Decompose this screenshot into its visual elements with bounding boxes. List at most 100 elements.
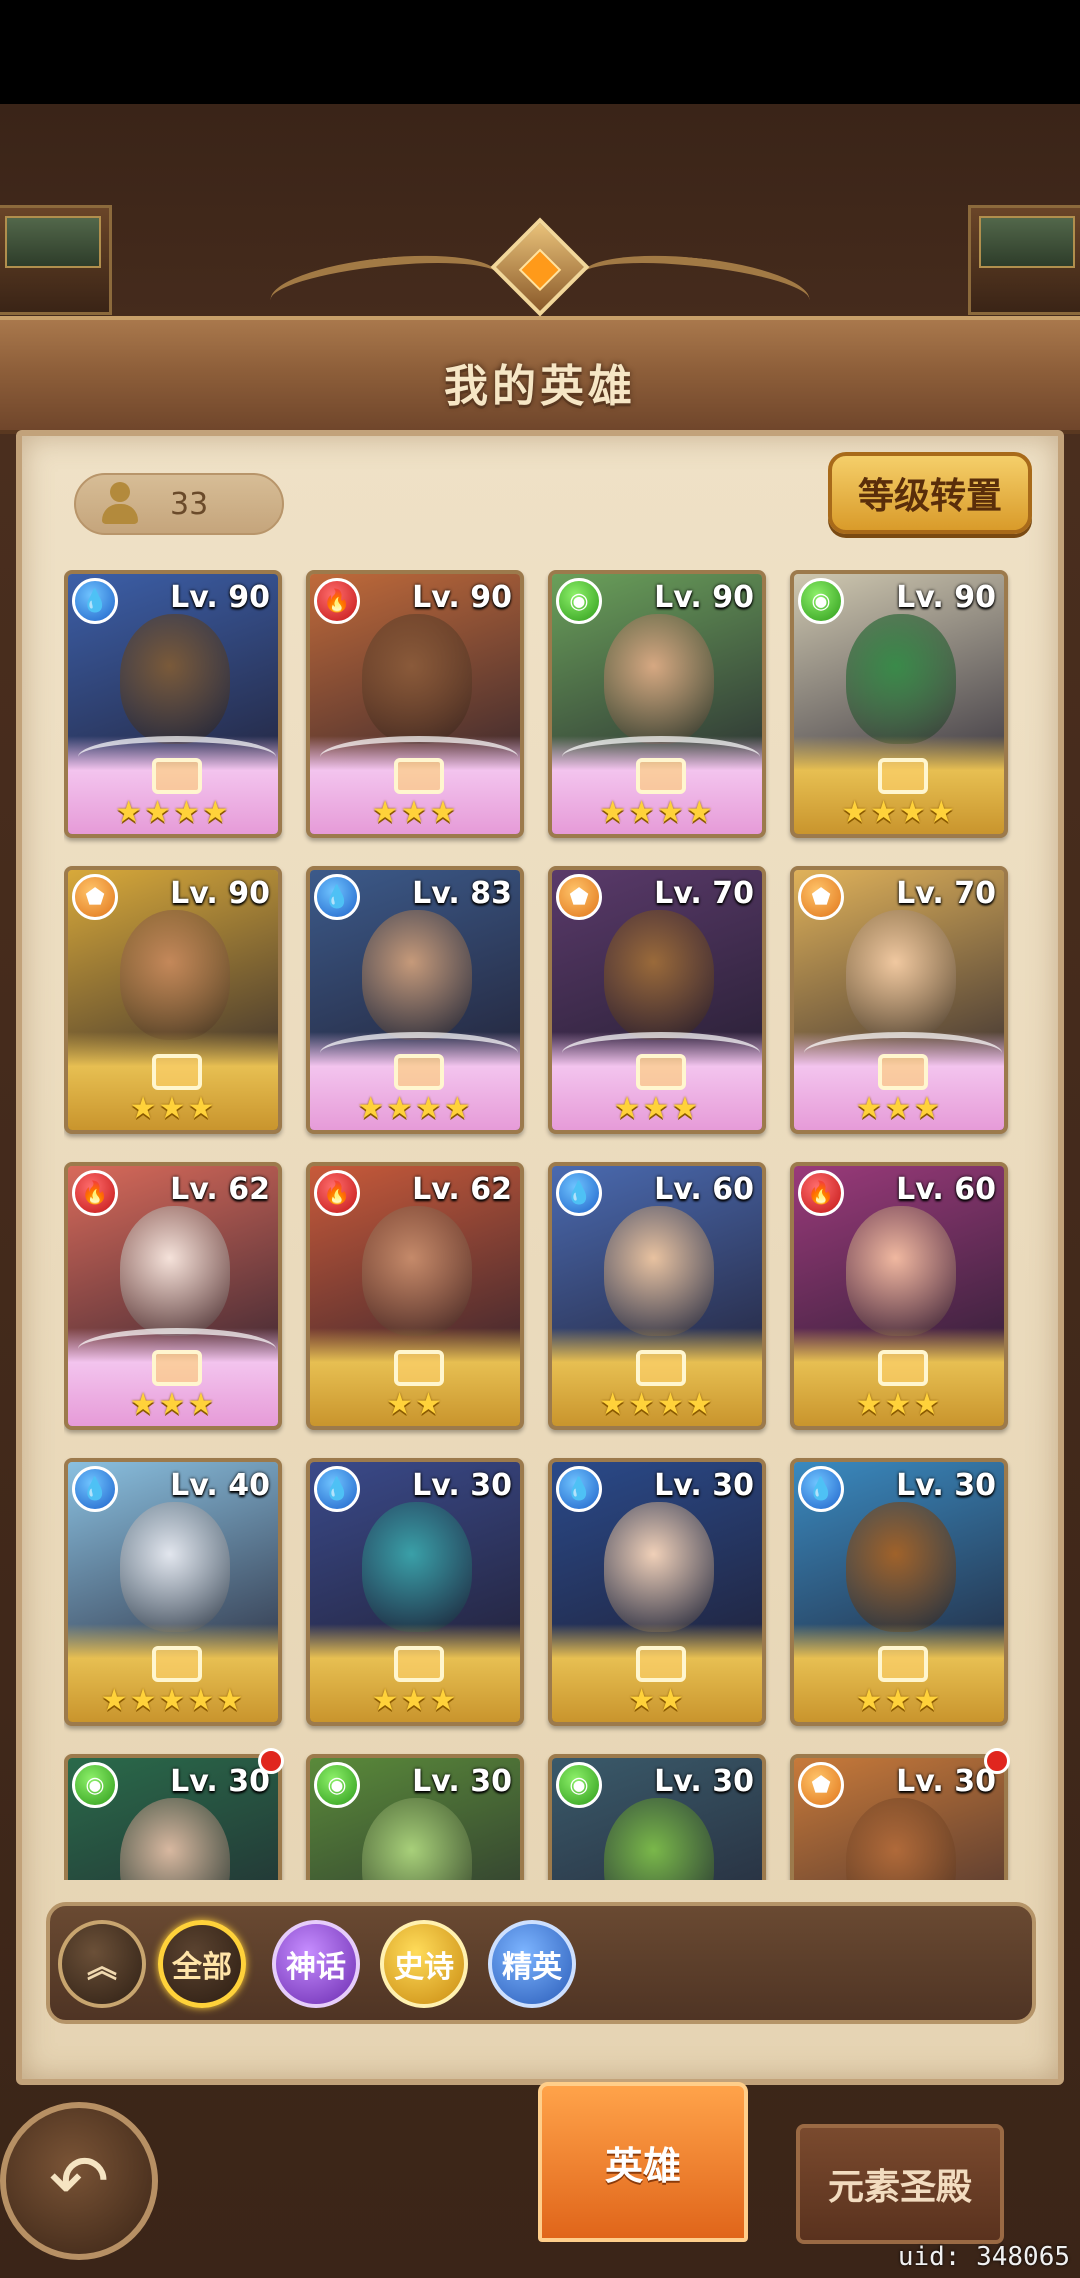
hero-card[interactable]: ★★★★ Lv. 90 ◉: [790, 570, 1008, 838]
fire-element-icon: 🔥: [72, 1170, 118, 1216]
hero-face: [604, 910, 714, 1040]
filter-myth-button[interactable]: 神话: [272, 1920, 360, 2008]
left-pillar-decoration: [0, 205, 112, 315]
rank-emblem-icon: [878, 758, 928, 794]
hero-grid: ★★★★ Lv. 90 💧 ★★★ Lv. 90 🔥 ★★★★ Lv. 90 ◉ ★★★★ Lv. …: [64, 570, 1016, 1880]
hero-count-badge: 33: [74, 473, 284, 535]
wind-element-icon: ◉: [556, 1762, 602, 1808]
hero-face: [846, 910, 956, 1040]
tab-element-temple[interactable]: 元素圣殿: [796, 2124, 1004, 2244]
hero-face: [120, 614, 230, 744]
hero-card[interactable]: ★★ Lv. 30 💧: [548, 1458, 766, 1726]
star-rating: ★★: [386, 1387, 444, 1422]
rank-emblem-icon: [636, 1054, 686, 1090]
star-rating: ★★★: [371, 795, 459, 830]
hero-level: Lv. 60: [654, 1172, 754, 1207]
star-rating: ★★★: [613, 1091, 701, 1126]
hero-card[interactable]: Lv. 30 ◉: [64, 1754, 282, 1880]
hero-card[interactable]: Lv. 30 ⬟: [790, 1754, 1008, 1880]
status-bar: [0, 0, 1080, 104]
fire-element-icon: 🔥: [314, 1170, 360, 1216]
rank-emblem-icon: [636, 758, 686, 794]
rank-emblem-icon: [152, 1054, 202, 1090]
hero-level: Lv. 83: [412, 876, 512, 911]
hero-card[interactable]: ★★★★★ Lv. 40 💧: [64, 1458, 282, 1726]
hero-card[interactable]: ★★ Lv. 62 🔥: [306, 1162, 524, 1430]
hero-level: Lv. 90: [654, 580, 754, 615]
collapse-up-icon[interactable]: ︽: [58, 1920, 146, 2008]
wind-element-icon: ◉: [314, 1762, 360, 1808]
hero-level: Lv. 30: [896, 1764, 996, 1799]
hero-card[interactable]: ★★★ Lv. 62 🔥: [64, 1162, 282, 1430]
rank-emblem-icon: [394, 1054, 444, 1090]
rank-emblem-icon: [152, 1646, 202, 1682]
water-element-icon: 💧: [314, 874, 360, 920]
water-element-icon: 💧: [72, 578, 118, 624]
hero-level: Lv. 30: [654, 1764, 754, 1799]
star-rating: ★★★★: [357, 1091, 473, 1126]
level-reset-button[interactable]: 等级转置: [828, 452, 1032, 534]
hero-card[interactable]: ★★★★ Lv. 83 💧: [306, 866, 524, 1134]
hero-level: Lv. 90: [170, 876, 270, 911]
hero-face: [604, 1206, 714, 1336]
star-rating: ★★★: [855, 1683, 943, 1718]
hero-face: [362, 1502, 472, 1632]
person-icon: [100, 482, 140, 526]
hero-card[interactable]: ★★★ Lv. 30 💧: [306, 1458, 524, 1726]
rank-emblem-icon: [152, 1350, 202, 1386]
rank-emblem-icon: [878, 1054, 928, 1090]
filter-elite-button[interactable]: 精英: [488, 1920, 576, 2008]
water-element-icon: 💧: [72, 1466, 118, 1512]
hero-face: [604, 1502, 714, 1632]
notification-dot: [984, 1748, 1010, 1774]
water-element-icon: 💧: [798, 1466, 844, 1512]
hero-level: Lv. 62: [412, 1172, 512, 1207]
rank-emblem-icon: [152, 758, 202, 794]
hero-count: 33: [170, 486, 209, 522]
hero-face: [120, 910, 230, 1040]
rank-emblem-icon: [394, 1350, 444, 1386]
hero-card[interactable]: ★★★★ Lv. 60 💧: [548, 1162, 766, 1430]
hero-level: Lv. 60: [896, 1172, 996, 1207]
hero-card[interactable]: ★★★ Lv. 90 🔥: [306, 570, 524, 838]
water-element-icon: 💧: [556, 1466, 602, 1512]
rank-emblem-icon: [636, 1646, 686, 1682]
star-rating: ★★: [628, 1683, 686, 1718]
hero-face: [362, 910, 472, 1040]
hero-level: Lv. 70: [896, 876, 996, 911]
hero-card[interactable]: Lv. 30 ◉: [306, 1754, 524, 1880]
uid-label: uid: 348065: [897, 2242, 1070, 2272]
star-rating: ★★★★: [841, 795, 957, 830]
fire-element-icon: 🔥: [314, 578, 360, 624]
hero-level: Lv. 30: [896, 1468, 996, 1503]
rank-emblem-icon: [394, 758, 444, 794]
hero-card[interactable]: ★★★★ Lv. 90 ◉: [548, 570, 766, 838]
light-element-icon: ⬟: [72, 874, 118, 920]
star-rating: ★★★★: [115, 795, 231, 830]
hero-level: Lv. 62: [170, 1172, 270, 1207]
back-arrow-icon[interactable]: ↶: [0, 2102, 158, 2260]
star-rating: ★★★★: [599, 1387, 715, 1422]
hero-card[interactable]: ★★★ Lv. 90 ⬟: [64, 866, 282, 1134]
filter-epic-button[interactable]: 史诗: [380, 1920, 468, 2008]
water-element-icon: 💧: [556, 1170, 602, 1216]
hero-card[interactable]: ★★★ Lv. 30 💧: [790, 1458, 1008, 1726]
hero-level: Lv. 90: [412, 580, 512, 615]
hero-card[interactable]: ★★★★ Lv. 90 💧: [64, 570, 282, 838]
hero-card[interactable]: ★★★ Lv. 70 ⬟: [548, 866, 766, 1134]
light-element-icon: ⬟: [798, 874, 844, 920]
hero-card[interactable]: ★★★ Lv. 60 🔥: [790, 1162, 1008, 1430]
wind-element-icon: ◉: [798, 578, 844, 624]
hero-level: Lv. 70: [654, 876, 754, 911]
star-rating: ★★★★: [599, 795, 715, 830]
star-rating: ★★★: [855, 1091, 943, 1126]
hero-face: [604, 614, 714, 744]
hero-card[interactable]: ★★★ Lv. 70 ⬟: [790, 866, 1008, 1134]
water-element-icon: 💧: [314, 1466, 360, 1512]
light-element-icon: ⬟: [798, 1762, 844, 1808]
hero-card[interactable]: Lv. 30 ◉: [548, 1754, 766, 1880]
star-rating: ★★★: [855, 1387, 943, 1422]
hero-face: [362, 1206, 472, 1336]
filter-all-button[interactable]: 全部: [158, 1920, 246, 2008]
tab-heroes[interactable]: 英雄: [538, 2082, 748, 2242]
